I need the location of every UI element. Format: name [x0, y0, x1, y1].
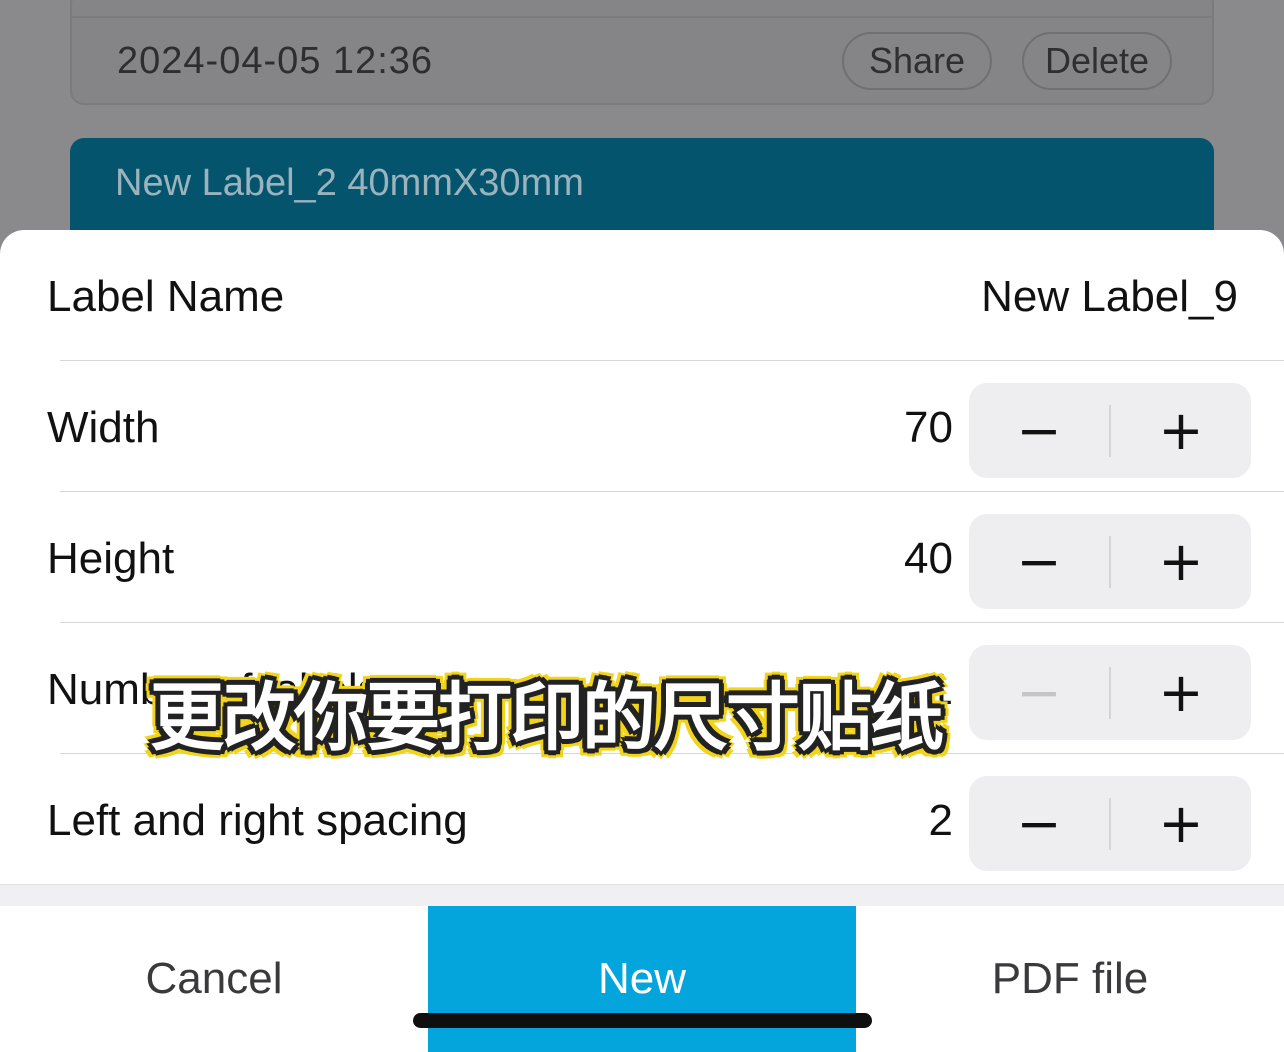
- spacing-label: Left and right spacing: [47, 796, 468, 845]
- number-of-labels-stepper: − +: [969, 645, 1251, 740]
- section-separator: [0, 884, 1284, 907]
- card-date: 2024-04-05 12:36: [117, 40, 434, 82]
- height-increment-button[interactable]: +: [1111, 514, 1251, 609]
- width-label: Width: [47, 403, 160, 452]
- spacing-row: Left and right spacing 2 − +: [0, 754, 1284, 885]
- height-stepper: − +: [969, 514, 1251, 609]
- width-decrement-button[interactable]: −: [969, 383, 1109, 478]
- new-label-sheet: Label Name New Label_9 Width 70 − + Heig…: [0, 230, 1284, 1052]
- height-row: Height 40 − +: [0, 492, 1284, 623]
- spacing-stepper: − +: [969, 776, 1251, 871]
- spacing-decrement-button[interactable]: −: [969, 776, 1109, 871]
- new-button[interactable]: New: [428, 906, 856, 1052]
- spacing-increment-button[interactable]: +: [1111, 776, 1251, 871]
- action-bar: Cancel New PDF file: [0, 906, 1284, 1052]
- video-caption-overlay: 更改你要打印的尺寸贴纸: [150, 675, 944, 761]
- width-row: Width 70 − +: [0, 361, 1284, 492]
- width-increment-button[interactable]: +: [1111, 383, 1251, 478]
- pdf-file-button[interactable]: PDF file: [856, 906, 1284, 1052]
- number-increment-button[interactable]: +: [1111, 645, 1251, 740]
- height-decrement-button[interactable]: −: [969, 514, 1109, 609]
- width-stepper: − +: [969, 383, 1251, 478]
- share-button[interactable]: Share: [842, 32, 992, 90]
- selected-label-text: New Label_2 40mmX30mm: [115, 162, 584, 204]
- height-value: 40: [904, 534, 953, 583]
- card-divider: [72, 16, 1212, 18]
- label-name-row[interactable]: Label Name New Label_9: [0, 230, 1284, 361]
- cancel-button[interactable]: Cancel: [0, 906, 428, 1052]
- home-indicator[interactable]: [413, 1013, 872, 1028]
- number-decrement-button[interactable]: −: [969, 645, 1109, 740]
- spacing-value: 2: [928, 796, 953, 845]
- label-name-value[interactable]: New Label_9: [981, 272, 1238, 322]
- label-name-label: Label Name: [47, 272, 285, 321]
- history-card: 2024-04-05 12:36 Share Delete: [70, 0, 1214, 105]
- width-value: 70: [904, 403, 953, 452]
- height-label: Height: [47, 534, 175, 583]
- delete-button[interactable]: Delete: [1022, 32, 1172, 90]
